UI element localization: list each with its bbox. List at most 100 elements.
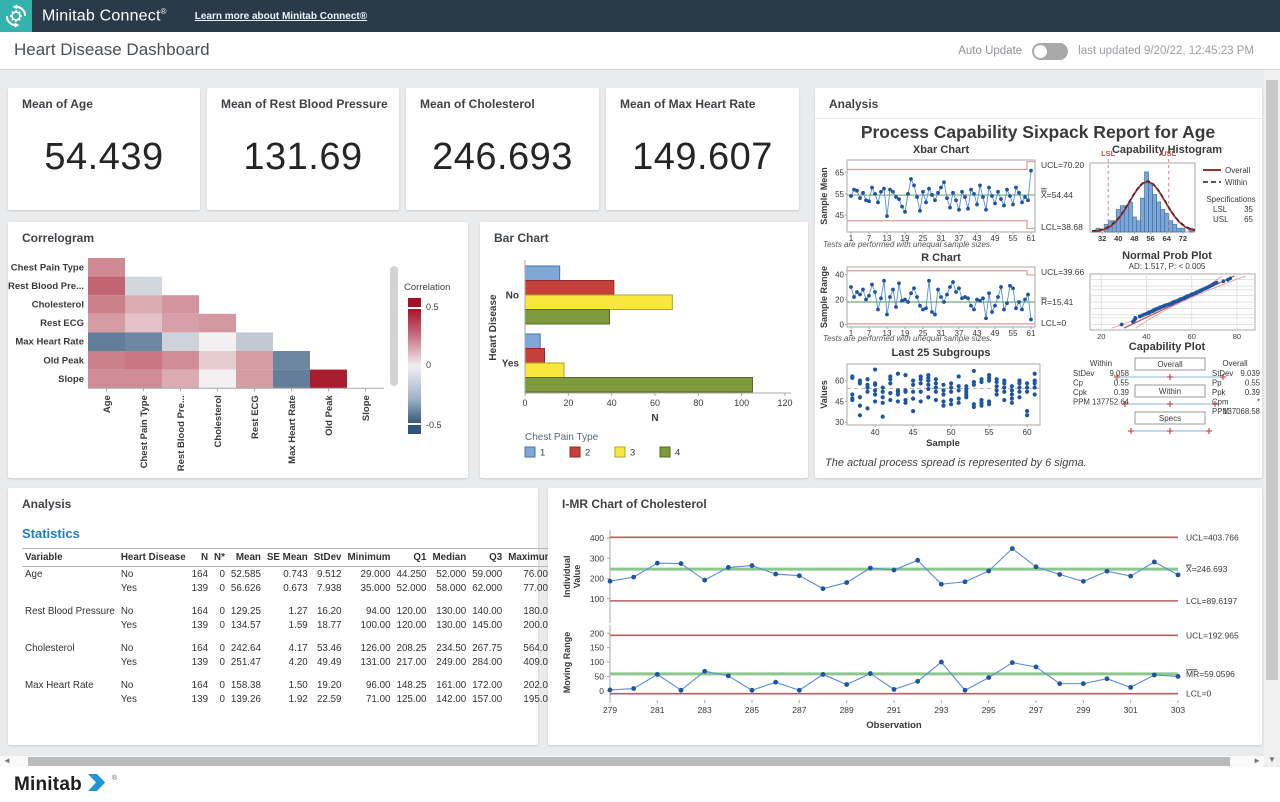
svg-text:Slope: Slope <box>58 374 84 385</box>
svg-text:48: 48 <box>1130 234 1138 243</box>
svg-text:9.058: 9.058 <box>1109 369 1129 378</box>
statistics-panel-title: Analysis <box>22 497 71 511</box>
svg-text:Sample Mean: Sample Mean <box>819 167 829 225</box>
scroll-right-arrow-icon[interactable]: ► <box>1253 756 1261 765</box>
kpi-value: 246.693 <box>406 136 599 179</box>
svg-text:Within: Within <box>1225 178 1247 187</box>
svg-text:X=54.44: X=54.44 <box>1041 190 1073 200</box>
correlogram-scrollbar[interactable] <box>390 266 398 386</box>
svg-text:LCL=89.6197: LCL=89.6197 <box>1186 596 1238 606</box>
horizontal-scrollbar[interactable]: ◄ ► <box>0 756 1264 767</box>
svg-text:Overall: Overall <box>1157 360 1183 369</box>
svg-text:Rest Blood Pre...: Rest Blood Pre... <box>176 395 187 471</box>
svg-text:55: 55 <box>1009 329 1018 338</box>
svg-text:61: 61 <box>1027 329 1036 338</box>
svg-text:Cholesterol: Cholesterol <box>213 395 224 447</box>
svg-text:StDev: StDev <box>1073 369 1094 378</box>
svg-text:20: 20 <box>835 296 844 305</box>
statistics-table: VariableHeart DiseaseNN*MeanSE MeanStDev… <box>22 548 528 706</box>
svg-text:Old Peak: Old Peak <box>324 394 335 435</box>
svg-text:20: 20 <box>563 398 573 408</box>
sixpack-svg: Process Capability Sixpack Report for Ag… <box>815 118 1262 474</box>
kpi-card-mean-rest-bp: Mean of Rest Blood Pressure 131.69 <box>207 88 399 210</box>
svg-text:293: 293 <box>934 705 948 715</box>
svg-text:PPM: PPM <box>1073 398 1090 407</box>
svg-text:Rest ECG: Rest ECG <box>40 318 84 329</box>
sixpack-panel-title: Analysis <box>829 97 878 111</box>
stats-col-header: SE Mean <box>264 549 311 567</box>
svg-text:50: 50 <box>595 671 605 681</box>
scroll-left-arrow-icon[interactable]: ◄ <box>3 756 11 765</box>
auto-update-label: Auto Update <box>958 45 1022 57</box>
svg-text:Specifications: Specifications <box>1206 195 1255 204</box>
svg-text:40: 40 <box>835 271 844 280</box>
svg-text:0: 0 <box>840 321 845 330</box>
svg-text:X=246.693: X=246.693 <box>1186 564 1228 574</box>
horizontal-scrollbar-thumb[interactable] <box>28 757 1230 766</box>
svg-text:AD: 1.517, P: < 0.005: AD: 1.517, P: < 0.005 <box>1129 262 1206 271</box>
svg-text:64: 64 <box>1163 234 1172 243</box>
svg-text:2: 2 <box>585 448 590 459</box>
svg-text:50: 50 <box>947 428 956 437</box>
svg-text:285: 285 <box>745 705 759 715</box>
kpi-card-mean-cholesterol: Mean of Cholesterol 246.693 <box>406 88 599 210</box>
learn-more-link[interactable]: Learn more about Minitab Connect® <box>195 11 367 22</box>
svg-text:289: 289 <box>840 705 854 715</box>
imr-panel-title: I-MR Chart of Cholesterol <box>562 497 707 511</box>
svg-text:283: 283 <box>698 705 712 715</box>
svg-text:100: 100 <box>590 657 604 667</box>
svg-text:61: 61 <box>1027 234 1036 243</box>
svg-text:Overall: Overall <box>1222 359 1248 368</box>
svg-text:30: 30 <box>835 418 844 427</box>
scroll-down-arrow-icon[interactable]: ▼ <box>1268 755 1276 764</box>
kpi-card-mean-max-hr: Mean of Max Heart Rate 149.607 <box>606 88 799 210</box>
svg-text:Max Heart Rate: Max Heart Rate <box>287 395 298 464</box>
svg-text:Cpk: Cpk <box>1073 388 1087 397</box>
auto-update-toggle[interactable] <box>1032 43 1068 60</box>
minitab-logo-icon <box>88 774 112 796</box>
svg-text:40: 40 <box>1114 234 1122 243</box>
svg-text:1: 1 <box>540 448 545 459</box>
svg-text:Sample Range: Sample Range <box>819 266 829 328</box>
imr-svg: 100200300400UCL=403.766X=246.693LCL=89.6… <box>548 514 1262 742</box>
svg-text:Overall: Overall <box>1225 166 1251 175</box>
svg-text:MR=59.0596: MR=59.0596 <box>1186 669 1235 679</box>
svg-text:Pp: Pp <box>1212 379 1222 388</box>
svg-text:40: 40 <box>871 428 880 437</box>
bar-chart-card: Bar Chart NoYes020406080100120NHeart Dis… <box>480 222 808 478</box>
svg-text:Cholesterol: Cholesterol <box>32 300 84 311</box>
svg-text:0.55: 0.55 <box>1245 379 1261 388</box>
svg-text:Chest Pain Type: Chest Pain Type <box>11 262 84 273</box>
svg-text:Values: Values <box>819 380 829 409</box>
vertical-scrollbar[interactable]: ▼ <box>1264 70 1280 766</box>
svg-text:UCL=70.20: UCL=70.20 <box>1041 160 1085 170</box>
correlogram-card: Correlogram Chest Pain TypeRest Blood Pr… <box>8 222 468 478</box>
svg-text:Specs: Specs <box>1159 414 1181 423</box>
svg-text:20: 20 <box>1097 332 1105 341</box>
last-updated-text: last updated 9/20/22, 12:45:23 PM <box>1078 45 1254 57</box>
sixpack-figure: Process Capability Sixpack Report for Ag… <box>815 118 1262 479</box>
stats-col-header: Median <box>429 549 469 567</box>
colorbar-tick-05: 0.5 <box>426 302 439 312</box>
stats-col-header: Q1 <box>394 549 430 567</box>
svg-text:40: 40 <box>1142 332 1150 341</box>
svg-text:Rest Blood Pre...: Rest Blood Pre... <box>8 281 84 292</box>
svg-text:35: 35 <box>1244 205 1253 214</box>
svg-text:Within: Within <box>1159 387 1181 396</box>
imr-chart-card: I-MR Chart of Cholesterol 100200300400UC… <box>548 488 1262 745</box>
bar-chart-svg: NoYes020406080100120NHeart DiseaseChest … <box>480 246 808 478</box>
svg-text:Xbar Chart: Xbar Chart <box>913 144 970 156</box>
svg-text:137752.64: 137752.64 <box>1092 398 1130 407</box>
svg-text:55: 55 <box>985 428 994 437</box>
svg-text:Last 25 Subgroups: Last 25 Subgroups <box>891 347 990 359</box>
svg-text:150: 150 <box>590 643 604 653</box>
vertical-scrollbar-thumb[interactable] <box>1266 80 1278 680</box>
stats-col-header: StDev <box>311 549 345 567</box>
svg-text:65: 65 <box>835 169 844 178</box>
kpi-value: 54.439 <box>8 136 200 179</box>
svg-text:*: * <box>1257 398 1260 407</box>
svg-text:UCL=192.965: UCL=192.965 <box>1186 630 1239 640</box>
svg-text:303: 303 <box>1171 705 1185 715</box>
svg-text:279: 279 <box>603 705 617 715</box>
svg-text:0.39: 0.39 <box>1114 388 1129 397</box>
